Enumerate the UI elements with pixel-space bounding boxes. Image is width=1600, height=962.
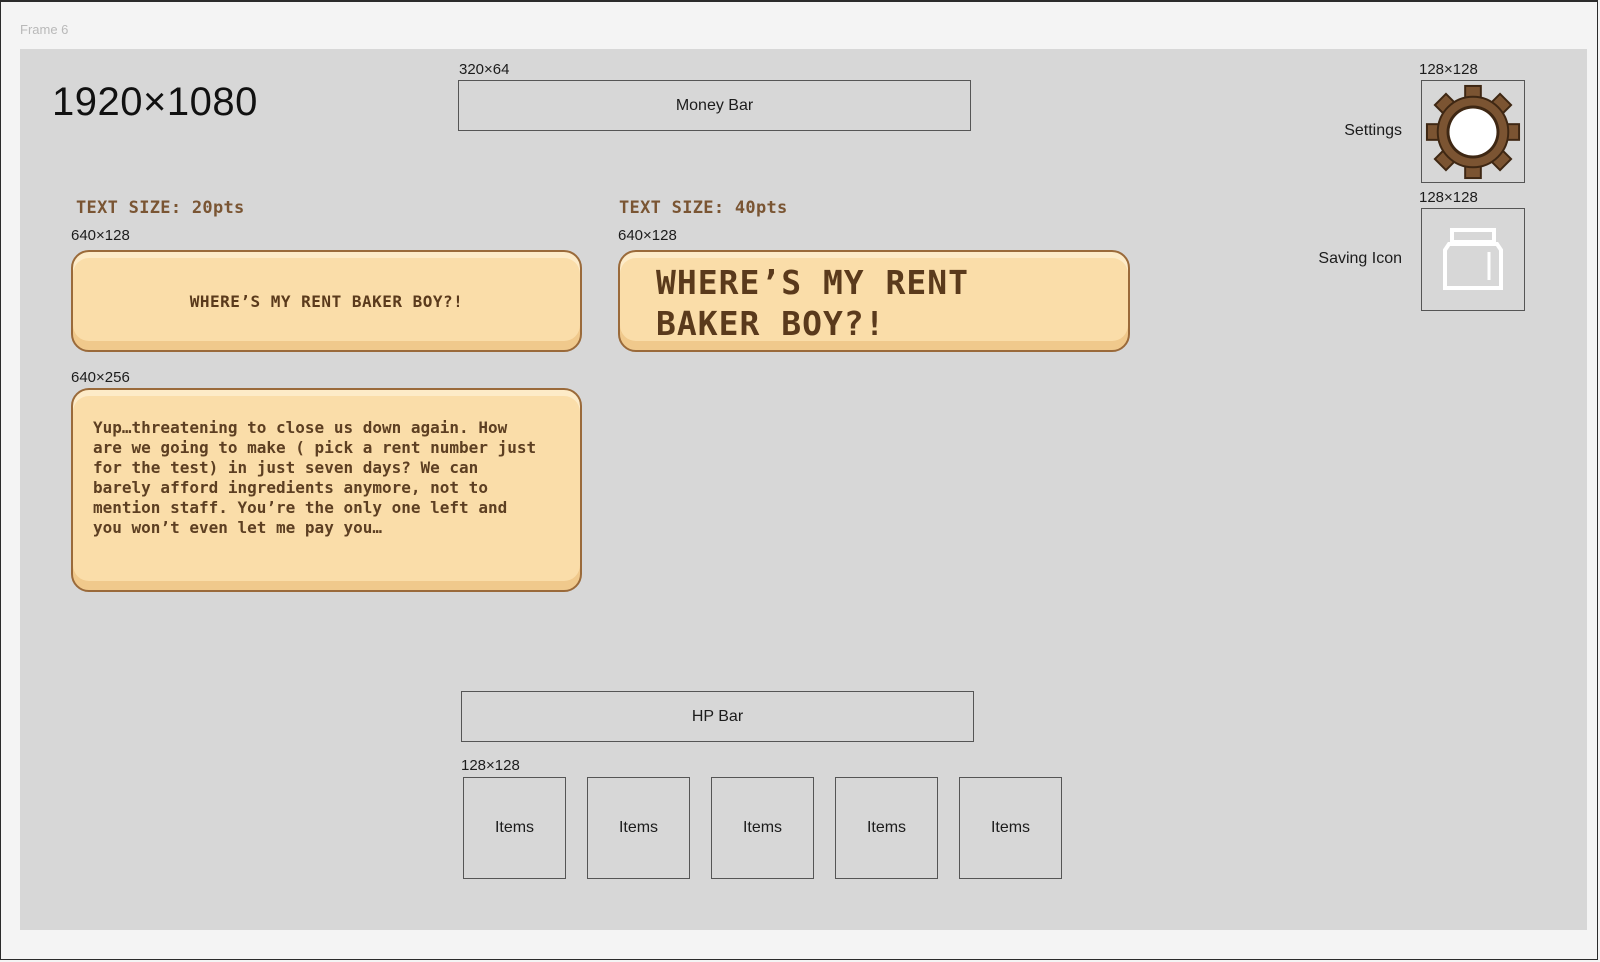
- dialog-large-line-2: BAKER BOY?!: [656, 304, 886, 343]
- gear-icon: [1425, 84, 1521, 179]
- dialog-bubble-large: WHERE’S MY RENT BAKER BOY?!: [618, 250, 1130, 352]
- text-size-20-label: TEXT SIZE: 20pts: [76, 198, 245, 218]
- dialog-body-dimension: 640×256: [71, 369, 130, 386]
- item-slot-1[interactable]: Items: [463, 777, 566, 879]
- saving-dimension: 128×128: [1419, 189, 1478, 206]
- hp-bar[interactable]: HP Bar: [461, 691, 974, 742]
- dialog-body-line: mention staff. You’re the only one left …: [93, 498, 508, 517]
- dialog-body-line: Yup…threatening to close us down again. …: [93, 418, 508, 437]
- money-bar-dimension: 320×64: [459, 61, 510, 78]
- settings-button[interactable]: [1421, 80, 1525, 183]
- jar-icon: [1443, 227, 1503, 290]
- settings-dimension: 128×128: [1419, 61, 1478, 78]
- dialog-bubble-body: Yup…threatening to close us down again. …: [71, 388, 582, 592]
- items-dimension: 128×128: [461, 757, 520, 774]
- hp-bar-label: HP Bar: [691, 707, 744, 725]
- dialog-small-text: WHERE’S MY RENT BAKER BOY?!: [189, 291, 464, 311]
- item-slot-label: Items: [494, 819, 535, 836]
- item-slot-2[interactable]: Items: [587, 777, 690, 879]
- item-slot-label: Items: [618, 819, 659, 836]
- dialog-bubble-small: WHERE’S MY RENT BAKER BOY?!: [71, 250, 582, 352]
- item-slot-3[interactable]: Items: [711, 777, 814, 879]
- dialog-body-line: you won’t even let me pay you…: [93, 518, 382, 537]
- text-size-40-label: TEXT SIZE: 40pts: [619, 198, 788, 218]
- saving-label: Saving Icon: [1318, 250, 1402, 267]
- dialog-body-line: for the test) in just seven days? We can: [93, 458, 479, 477]
- item-slot-label: Items: [742, 819, 783, 836]
- dialog-body-line: are we going to make ( pick a rent numbe…: [93, 438, 537, 457]
- saving-icon-box: [1421, 208, 1525, 311]
- dialog-small-dimension: 640×128: [71, 227, 130, 244]
- resolution-label: 1920×1080: [52, 80, 258, 124]
- item-slot-label: Items: [866, 819, 907, 836]
- item-slot-label: Items: [990, 819, 1031, 836]
- item-slot-4[interactable]: Items: [835, 777, 938, 879]
- money-bar-label: Money Bar: [675, 96, 754, 114]
- frame-label[interactable]: Frame 6: [20, 22, 68, 37]
- item-slot-5[interactable]: Items: [959, 777, 1062, 879]
- dialog-large-dimension: 640×128: [618, 227, 677, 244]
- dialog-body-line: barely afford ingredients anymore, not t…: [93, 478, 488, 497]
- money-bar[interactable]: Money Bar: [458, 80, 971, 131]
- settings-label: Settings: [1344, 122, 1402, 139]
- dialog-large-line-1: WHERE’S MY RENT: [656, 263, 970, 302]
